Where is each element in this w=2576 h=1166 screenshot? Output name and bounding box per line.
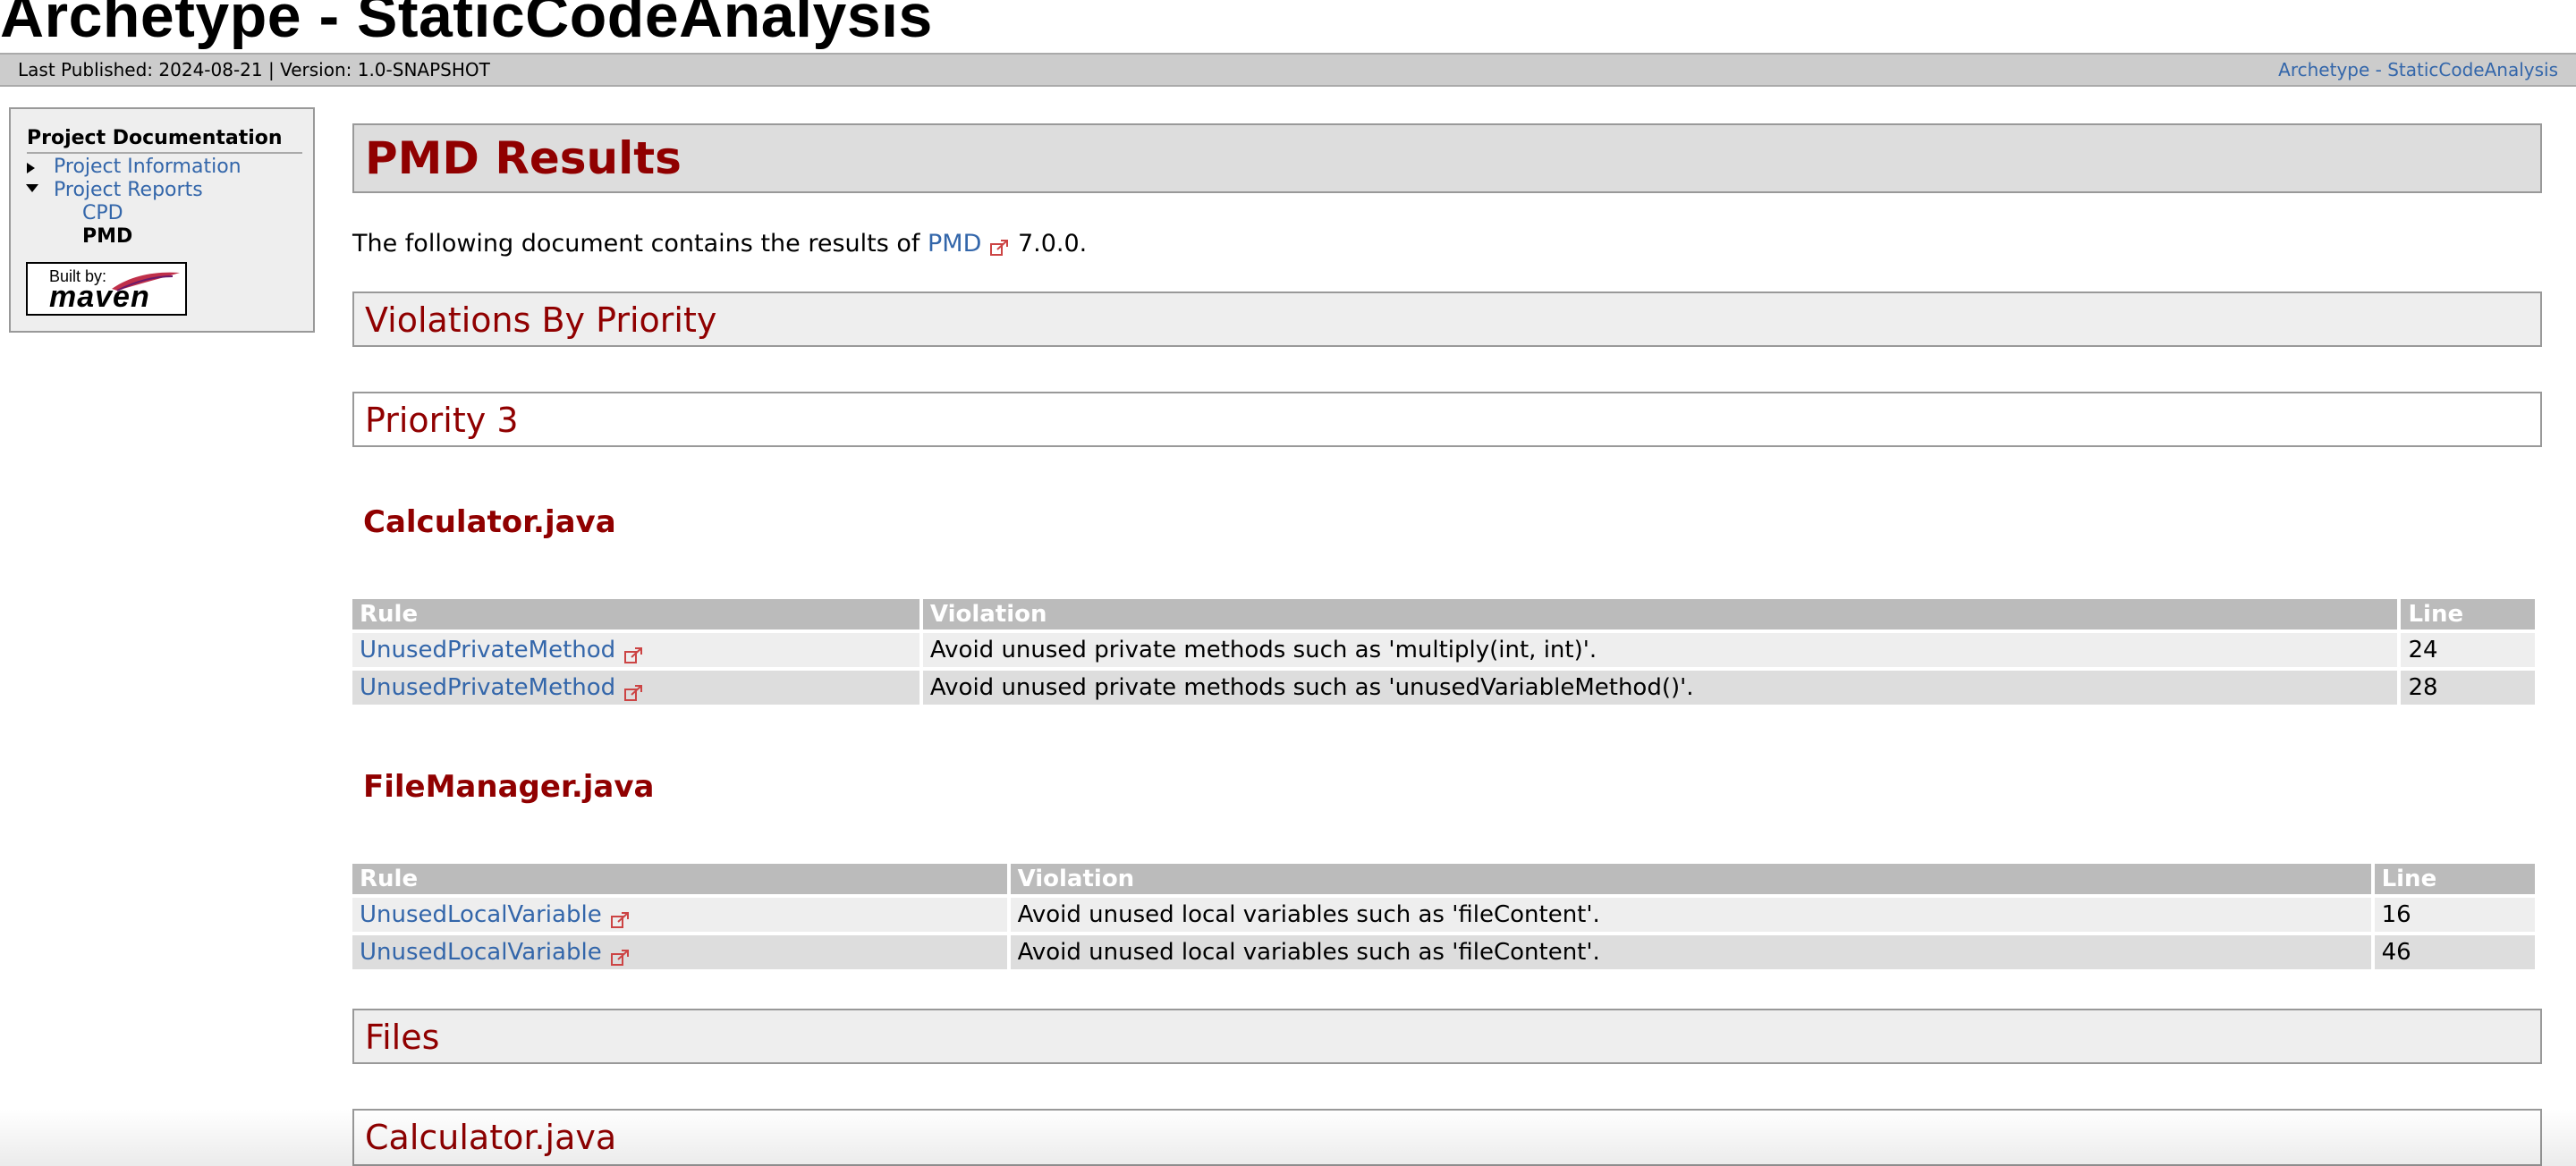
line-cell: 16	[2374, 898, 2535, 932]
violation-column-header: Violation	[922, 599, 2398, 629]
table-row: UnusedLocalVariable Avoid unused local v…	[352, 935, 2535, 969]
breadcrumbs-bar: Last Published: 2024-08-21 | Version: 1.…	[0, 53, 2576, 87]
external-link-icon[interactable]	[610, 942, 631, 966]
pmd-external-link[interactable]: PMD	[928, 230, 981, 258]
violations-table: Rule Violation Line UnusedLocalVariable …	[349, 860, 2538, 973]
table-row: UnusedLocalVariable Avoid unused local v…	[352, 898, 2535, 932]
intro-prefix: The following document contains the resu…	[352, 230, 920, 258]
violation-cell: Avoid unused local variables such as 'fi…	[1010, 898, 2371, 932]
rule-link[interactable]: UnusedLocalVariable	[360, 939, 602, 966]
file-heading: Calculator.java	[363, 504, 616, 540]
rule-column-header: Rule	[352, 864, 1007, 894]
page-title-box: PMD Results	[352, 123, 2542, 193]
intro-suffix: 7.0.0.	[1017, 230, 1088, 258]
rule-cell: UnusedPrivateMethod	[352, 633, 919, 667]
violations-table: Rule Violation Line UnusedPrivateMethod …	[349, 596, 2538, 708]
project-home-link[interactable]: Archetype - StaticCodeAnalysis	[2278, 55, 2558, 85]
maven-wordmark: maven	[49, 280, 150, 314]
priority-section-header: Priority 3	[352, 392, 2542, 447]
rule-cell: UnusedLocalVariable	[352, 898, 1007, 932]
page-title: PMD Results	[365, 132, 682, 184]
built-by-maven-logo[interactable]: Built by: maven	[26, 262, 187, 316]
violations-section-header: Violations By Priority	[352, 292, 2542, 347]
violation-column-header: Violation	[1010, 864, 2371, 894]
rule-cell: UnusedPrivateMethod	[352, 671, 919, 705]
table-row: UnusedPrivateMethod Avoid unused private…	[352, 633, 2535, 667]
expanded-arrow-icon[interactable]	[26, 184, 38, 192]
file-section-header: Calculator.java	[352, 1109, 2542, 1166]
last-published-text: Last Published: 2024-08-21 | Version: 1.…	[18, 59, 490, 80]
site-title: Archetype - StaticCodeAnalysis	[0, 0, 933, 50]
line-cell: 46	[2374, 935, 2535, 969]
files-heading: Files	[365, 1018, 440, 1057]
table-row: UnusedPrivateMethod Avoid unused private…	[352, 671, 2535, 705]
line-column-header: Line	[2374, 864, 2535, 894]
nav-pmd-current: PMD	[82, 225, 133, 248]
files-calculator-heading: Calculator.java	[365, 1118, 617, 1157]
intro-paragraph: The following document contains the resu…	[352, 229, 1087, 259]
violation-cell: Avoid unused private methods such as 'mu…	[922, 633, 2398, 667]
external-link-icon[interactable]	[624, 640, 644, 663]
external-link-icon[interactable]	[624, 678, 644, 701]
table-header-row: Rule Violation Line	[352, 864, 2535, 894]
nav-project-information[interactable]: Project Information	[54, 156, 242, 179]
violation-cell: Avoid unused local variables such as 'fi…	[1010, 935, 2371, 969]
menu-heading: Project Documentation	[27, 125, 302, 154]
rule-link[interactable]: UnusedPrivateMethod	[360, 637, 615, 663]
nav-project-reports[interactable]: Project Reports	[54, 179, 203, 202]
line-column-header: Line	[2401, 599, 2535, 629]
rule-column-header: Rule	[352, 599, 919, 629]
priority-heading: Priority 3	[365, 401, 519, 440]
line-cell: 28	[2401, 671, 2535, 705]
line-cell: 24	[2401, 633, 2535, 667]
file-heading: FileManager.java	[363, 769, 655, 805]
violations-heading: Violations By Priority	[365, 300, 717, 340]
files-section-header: Files	[352, 1009, 2542, 1064]
sidebar-menu: Project Documentation Project Informatio…	[9, 107, 315, 333]
violation-cell: Avoid unused private methods such as 'un…	[922, 671, 2398, 705]
nav-cpd[interactable]: CPD	[82, 202, 123, 225]
external-link-icon[interactable]	[990, 234, 1010, 256]
rule-link[interactable]: UnusedPrivateMethod	[360, 674, 615, 701]
rule-cell: UnusedLocalVariable	[352, 935, 1007, 969]
rule-link[interactable]: UnusedLocalVariable	[360, 901, 602, 928]
external-link-icon[interactable]	[610, 905, 631, 928]
table-header-row: Rule Violation Line	[352, 599, 2535, 629]
collapsed-arrow-icon[interactable]	[27, 163, 35, 173]
